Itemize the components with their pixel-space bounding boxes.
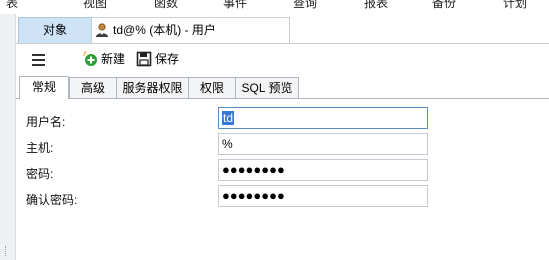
menu-item-schedule[interactable]: 计划 [503, 0, 527, 11]
splitter-grip[interactable] [5, 246, 10, 256]
editor-tab-bar: 常规 高级 服务器权限 权限 SQL 预览 [16, 76, 549, 99]
host-label: 主机: [26, 141, 54, 155]
new-plus-icon [83, 51, 97, 66]
tab-objects[interactable]: 对象 [18, 17, 92, 43]
confirm-password-label: 确认密码: [26, 193, 78, 207]
general-form: 用户名: td 主机: % 密码: ●●●●●●●● 确认密码: ●●●●●●●… [16, 99, 549, 260]
menu-item-query[interactable]: 查询 [293, 0, 317, 11]
menu-item-event[interactable]: 事件 [223, 0, 247, 11]
left-panel-strip[interactable] [0, 14, 16, 260]
menu-item-report[interactable]: 报表 [364, 0, 388, 11]
document-tab-bar: 对象 td@% (本机) - 用户 [16, 14, 549, 44]
password-value: ●●●●●●●● [222, 162, 285, 177]
menu-item-backup[interactable]: 备份 [432, 0, 456, 11]
tab-advanced[interactable]: 高级 [69, 77, 117, 98]
tab-server-privileges[interactable]: 服务器权限 [116, 77, 189, 98]
tab-user-editor[interactable]: td@% (本机) - 用户 [91, 17, 290, 43]
confirm-password-value: ●●●●●●●● [222, 188, 285, 203]
password-label: 密码: [26, 167, 54, 181]
username-field[interactable]: td [218, 107, 428, 129]
save-disk-icon [136, 51, 152, 67]
menu-item-view[interactable]: 视图 [83, 0, 107, 11]
host-field[interactable]: % [218, 133, 428, 155]
save-button-label: 保存 [155, 52, 180, 66]
user-icon [96, 23, 108, 37]
new-button-label: 新建 [101, 52, 126, 66]
toolbar: 新建 保存 [16, 44, 549, 74]
confirm-password-field[interactable]: ●●●●●●●● [218, 185, 428, 207]
tab-privileges[interactable]: 权限 [188, 77, 236, 98]
menu-bar: 表 视图 函数 事件 查询 报表 备份 计划 [0, 0, 549, 14]
password-field[interactable]: ●●●●●●●● [218, 159, 428, 181]
username-label: 用户名: [26, 115, 66, 129]
host-value: % [222, 137, 233, 151]
tab-user-title: td@% (本机) - 用户 [113, 23, 216, 37]
menu-item-function[interactable]: 函数 [154, 0, 178, 11]
tab-general[interactable]: 常规 [19, 76, 69, 99]
menu-item-table[interactable]: 表 [6, 0, 18, 11]
hamburger-menu-icon[interactable] [32, 54, 45, 66]
username-value: td [222, 111, 235, 125]
tab-sql-preview[interactable]: SQL 预览 [235, 77, 299, 98]
